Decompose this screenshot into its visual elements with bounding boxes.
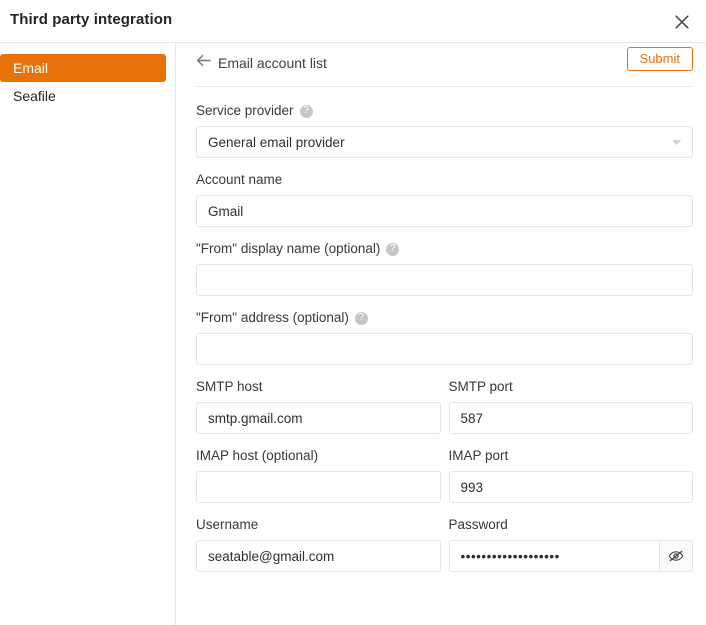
username-input[interactable] bbox=[196, 540, 441, 572]
help-icon[interactable]: ? bbox=[300, 105, 313, 118]
field-account-name: Account name bbox=[196, 172, 693, 227]
password-input-group bbox=[449, 540, 694, 572]
close-icon[interactable] bbox=[667, 7, 697, 37]
smtp-port-input[interactable] bbox=[449, 402, 694, 434]
label-text: Account name bbox=[196, 172, 282, 188]
back-label: Email account list bbox=[218, 55, 327, 71]
label-text: IMAP port bbox=[449, 448, 509, 464]
dialog-header: Third party integration bbox=[0, 0, 706, 43]
dialog-main: Email account list Submit Service provid… bbox=[176, 43, 706, 625]
help-icon[interactable]: ? bbox=[355, 312, 368, 325]
main-toolbar: Email account list Submit bbox=[196, 43, 693, 87]
imap-host-input[interactable] bbox=[196, 471, 441, 503]
field-smtp-host: SMTP host bbox=[196, 379, 441, 434]
smtp-port-label: SMTP port bbox=[449, 379, 694, 395]
dialog-body: Email Seafile Email account list Submit bbox=[0, 43, 706, 625]
dialog-title: Third party integration bbox=[10, 11, 172, 28]
smtp-host-label: SMTP host bbox=[196, 379, 441, 395]
from-address-input[interactable] bbox=[196, 333, 693, 365]
field-smtp-port: SMTP port bbox=[449, 379, 694, 434]
service-provider-select-wrap bbox=[196, 126, 693, 158]
help-icon[interactable]: ? bbox=[386, 243, 399, 256]
sidebar-item-label: Email bbox=[13, 60, 48, 76]
field-service-provider: Service provider ? bbox=[196, 103, 693, 158]
field-from-address: "From" address (optional) ? bbox=[196, 310, 693, 365]
dialog-sidebar: Email Seafile bbox=[0, 43, 176, 625]
imap-port-input[interactable] bbox=[449, 471, 694, 503]
account-name-input[interactable] bbox=[196, 195, 693, 227]
label-text: Password bbox=[449, 517, 508, 533]
from-display-name-label: "From" display name (optional) ? bbox=[196, 241, 693, 257]
field-from-display-name: "From" display name (optional) ? bbox=[196, 241, 693, 296]
field-imap-port: IMAP port bbox=[449, 448, 694, 503]
back-to-email-account-list[interactable]: Email account list bbox=[196, 54, 327, 72]
field-username: Username bbox=[196, 517, 441, 572]
imap-port-label: IMAP port bbox=[449, 448, 694, 464]
account-name-label: Account name bbox=[196, 172, 693, 188]
label-text: Service provider bbox=[196, 103, 294, 119]
smtp-row: SMTP host SMTP port bbox=[196, 379, 693, 448]
smtp-host-input[interactable] bbox=[196, 402, 441, 434]
eye-off-icon[interactable] bbox=[659, 540, 693, 572]
imap-host-label: IMAP host (optional) bbox=[196, 448, 441, 464]
sidebar-item-label: Seafile bbox=[13, 88, 56, 104]
from-address-label: "From" address (optional) ? bbox=[196, 310, 693, 326]
password-label: Password bbox=[449, 517, 694, 533]
label-text: "From" display name (optional) bbox=[196, 241, 380, 257]
username-label: Username bbox=[196, 517, 441, 533]
submit-button[interactable]: Submit bbox=[627, 47, 693, 71]
service-provider-label: Service provider ? bbox=[196, 103, 693, 119]
sidebar-item-email[interactable]: Email bbox=[0, 54, 166, 82]
label-text: SMTP host bbox=[196, 379, 263, 395]
third-party-integration-dialog: Third party integration Email Seafile bbox=[0, 0, 706, 625]
field-imap-host: IMAP host (optional) bbox=[196, 448, 441, 503]
credentials-row: Username Password bbox=[196, 517, 693, 586]
label-text: IMAP host (optional) bbox=[196, 448, 318, 464]
field-password: Password bbox=[449, 517, 694, 572]
imap-row: IMAP host (optional) IMAP port bbox=[196, 448, 693, 517]
email-account-form: Service provider ? bbox=[176, 87, 706, 586]
label-text: "From" address (optional) bbox=[196, 310, 349, 326]
label-text: Username bbox=[196, 517, 258, 533]
sidebar-item-seafile[interactable]: Seafile bbox=[0, 82, 166, 110]
password-input[interactable] bbox=[449, 540, 660, 572]
service-provider-select[interactable] bbox=[196, 126, 693, 158]
from-display-name-input[interactable] bbox=[196, 264, 693, 296]
label-text: SMTP port bbox=[449, 379, 513, 395]
arrow-left-icon bbox=[196, 54, 211, 72]
